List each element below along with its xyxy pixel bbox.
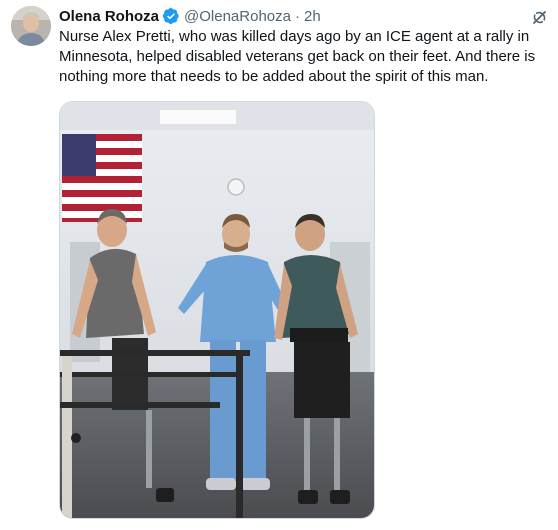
author-avatar[interactable] [11,6,51,46]
verified-badge-icon[interactable] [162,7,180,25]
author-handle[interactable]: @OlenaRohoza [184,8,291,25]
tweet-timestamp[interactable]: 2h [304,8,321,25]
photo-illustration [60,102,374,518]
tweet[interactable]: Olena Rohoza @OlenaRohoza · 2h Nurse Ale… [0,0,558,530]
author-display-name[interactable]: Olena Rohoza [59,8,159,25]
tweet-media-photo[interactable] [59,101,375,519]
tweet-text: Nurse Alex Pretti, who was killed days a… [59,28,536,85]
grok-icon[interactable] [530,8,549,27]
avatar-photo [11,6,51,46]
tweet-header: Olena Rohoza @OlenaRohoza · 2h [59,5,321,27]
header-separator: · [294,7,300,25]
